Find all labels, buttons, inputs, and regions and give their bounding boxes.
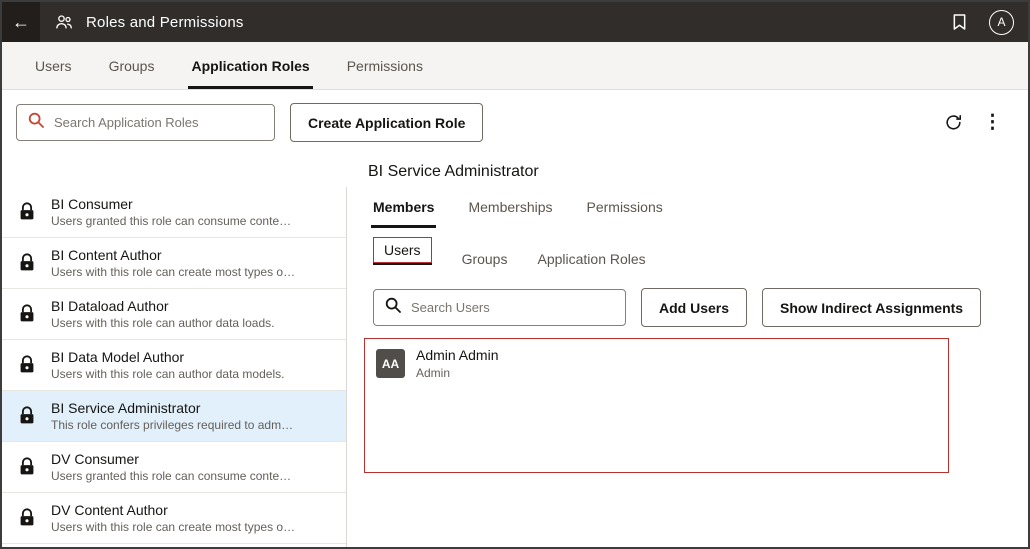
tab-permissions[interactable]: Permissions <box>347 42 423 89</box>
member-initials: AA <box>382 357 399 371</box>
role-text: BI Service Administrator This role confe… <box>51 400 301 432</box>
lock-icon <box>15 252 39 274</box>
search-icon <box>384 296 402 319</box>
application-roles-list: BI Consumer Users granted this role can … <box>2 187 347 547</box>
role-description: Users with this role can author data loa… <box>51 316 274 330</box>
members-subtab-bar: Users Groups Application Roles <box>373 242 1028 267</box>
toolbar: Create Application Role ⋮ <box>2 90 1028 153</box>
member-subtitle: Admin <box>416 366 498 380</box>
lock-icon <box>15 303 39 325</box>
tab-application-roles[interactable]: Application Roles <box>191 42 309 89</box>
detail-tab-bar: Members Memberships Permissions <box>373 199 1028 228</box>
role-description: Users with this role can create most typ… <box>51 520 295 534</box>
search-icon <box>27 111 45 134</box>
role-description: Users granted this role can consume cont… <box>51 214 291 228</box>
role-text: BI Consumer Users granted this role can … <box>51 196 299 228</box>
search-application-roles-input[interactable] <box>54 115 264 130</box>
overflow-menu-icon[interactable]: ⋮ <box>983 113 1002 132</box>
roles-permissions-window: ← Roles and Permissions A Users Groups A… <box>0 0 1030 549</box>
role-text: DV Consumer Users granted this role can … <box>51 451 299 483</box>
role-name: BI Dataload Author <box>51 298 274 314</box>
subtab-application-roles[interactable]: Application Roles <box>537 242 645 267</box>
search-users-box[interactable] <box>373 289 626 326</box>
add-users-button[interactable]: Add Users <box>641 288 747 327</box>
role-text: BI Data Model Author Users with this rol… <box>51 349 292 381</box>
role-list-item-bi-data-model-author[interactable]: BI Data Model Author Users with this rol… <box>2 340 346 391</box>
role-detail-panel: Members Memberships Permissions Users Gr… <box>347 187 1028 547</box>
role-text: BI Content Author Users with this role c… <box>51 247 303 279</box>
tab-groups[interactable]: Groups <box>109 42 155 89</box>
lock-icon <box>15 507 39 529</box>
tab-members[interactable]: Members <box>373 199 434 228</box>
avatar-initial: A <box>997 15 1005 29</box>
subtab-users-wrapper: Users <box>373 242 432 265</box>
back-button[interactable]: ← <box>2 2 40 42</box>
members-list-highlighted: AA Admin Admin Admin <box>364 338 949 473</box>
member-name: Admin Admin <box>416 347 498 363</box>
search-application-roles-box[interactable] <box>16 104 275 141</box>
role-name: DV Content Author <box>51 502 295 518</box>
role-text: DV Content Author Users with this role c… <box>51 502 303 534</box>
refresh-icon[interactable] <box>944 113 963 132</box>
role-description: This role confers privileges required to… <box>51 418 293 432</box>
lock-icon <box>15 405 39 427</box>
user-avatar[interactable]: A <box>989 10 1014 35</box>
toolbar-right: ⋮ <box>944 113 1016 132</box>
main-content: BI Consumer Users granted this role can … <box>2 187 1028 547</box>
role-name: BI Consumer <box>51 196 291 212</box>
show-indirect-assignments-button[interactable]: Show Indirect Assignments <box>762 288 981 327</box>
primary-tab-bar: Users Groups Application Roles Permissio… <box>2 42 1028 90</box>
role-list-item-bi-dataload-author[interactable]: BI Dataload Author Users with this role … <box>2 289 346 340</box>
role-description: Users with this role can create most typ… <box>51 265 295 279</box>
subtab-groups[interactable]: Groups <box>462 242 508 267</box>
members-toolbar: Add Users Show Indirect Assignments <box>373 288 1028 327</box>
role-name: BI Data Model Author <box>51 349 284 365</box>
member-avatar: AA <box>376 349 405 378</box>
app-header: ← Roles and Permissions A <box>2 2 1028 42</box>
lock-icon <box>15 201 39 223</box>
roles-people-icon <box>54 12 74 32</box>
tab-detail-permissions[interactable]: Permissions <box>587 199 663 228</box>
role-name: DV Consumer <box>51 451 291 467</box>
back-arrow-icon: ← <box>12 12 30 33</box>
selected-role-title: BI Service Administrator <box>2 153 1028 187</box>
subtab-users[interactable]: Users <box>373 237 432 263</box>
role-name: BI Content Author <box>51 247 295 263</box>
role-text: BI Dataload Author Users with this role … <box>51 298 282 330</box>
tab-memberships[interactable]: Memberships <box>468 199 552 228</box>
create-application-role-button[interactable]: Create Application Role <box>290 103 483 142</box>
role-list-item-dv-content-author[interactable]: DV Content Author Users with this role c… <box>2 493 346 544</box>
lock-icon <box>15 354 39 376</box>
page-title: Roles and Permissions <box>86 14 244 31</box>
role-name: BI Service Administrator <box>51 400 293 416</box>
tab-users[interactable]: Users <box>35 42 72 89</box>
bookmark-icon[interactable] <box>952 13 967 31</box>
member-row-admin[interactable]: AA Admin Admin Admin <box>376 347 937 380</box>
role-description: Users with this role can author data mod… <box>51 367 284 381</box>
role-list-item-dv-consumer[interactable]: DV Consumer Users granted this role can … <box>2 442 346 493</box>
role-list-item-bi-consumer[interactable]: BI Consumer Users granted this role can … <box>2 187 346 238</box>
search-users-input[interactable] <box>411 300 615 315</box>
lock-icon <box>15 456 39 478</box>
member-text: Admin Admin Admin <box>416 347 498 380</box>
role-list-item-bi-content-author[interactable]: BI Content Author Users with this role c… <box>2 238 346 289</box>
role-description: Users granted this role can consume cont… <box>51 469 291 483</box>
role-list-item-bi-service-administrator[interactable]: BI Service Administrator This role confe… <box>2 391 346 442</box>
